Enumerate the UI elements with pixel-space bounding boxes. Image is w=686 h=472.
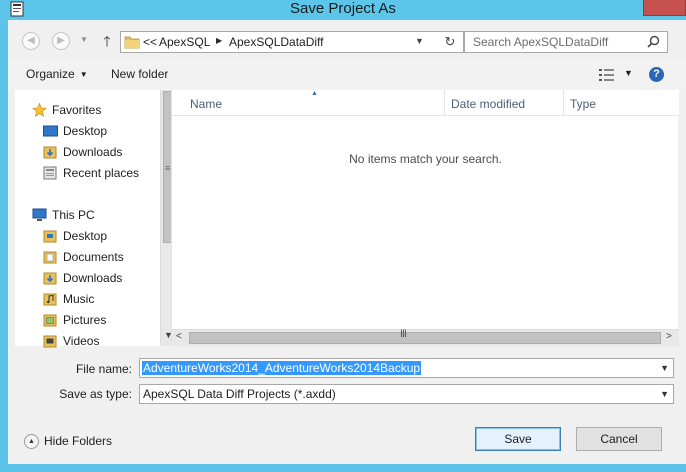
column-header-type[interactable]: Type	[570, 98, 596, 111]
chevron-up-icon: ▲	[24, 434, 39, 449]
column-header-name[interactable]: Name	[190, 98, 222, 111]
save-as-type-label: Save as type:	[59, 387, 132, 401]
breadcrumb-overflow[interactable]: <<	[143, 35, 157, 49]
folder-icon	[43, 230, 57, 243]
column-header-date-modified[interactable]: Date modified	[451, 98, 525, 111]
file-name-field[interactable]: AdventureWorks2014_AdventureWorks2014Bac…	[139, 358, 674, 378]
column-divider[interactable]	[444, 90, 445, 116]
forward-arrow-icon: ▶	[57, 35, 65, 46]
up-button[interactable]: 🡑	[99, 32, 115, 50]
search-placeholder: Search ApexSQLDataDiff	[473, 35, 609, 49]
search-icon[interactable]	[647, 35, 660, 48]
file-list-horizontal-scrollbar[interactable]: < Ⅲ >	[172, 329, 679, 346]
music-folder-icon	[43, 293, 57, 306]
back-button[interactable]: ◀	[22, 32, 40, 50]
save-as-type-value: ApexSQL Data Diff Projects (*.axdd)	[143, 387, 336, 401]
save-as-type-select[interactable]: ApexSQL Data Diff Projects (*.axdd) ▼	[139, 384, 674, 404]
column-divider[interactable]	[563, 90, 564, 116]
star-icon	[32, 103, 47, 117]
nav-item-label: Recent places	[63, 166, 140, 180]
nav-item-label: Documents	[63, 250, 124, 264]
downloads-folder-icon	[43, 272, 57, 285]
save-button[interactable]: Save	[475, 427, 561, 451]
nav-item-label: Desktop	[63, 229, 108, 243]
address-bar[interactable]: << ApexSQL ▶ ApexSQLDataDiff ▼ ↻	[120, 31, 464, 53]
chevron-down-icon: ▼	[79, 70, 88, 79]
scrollbar-grip-icon: Ⅲ	[400, 329, 407, 340]
chevron-down-icon[interactable]: ▼	[660, 363, 669, 373]
forward-button[interactable]: ▶	[52, 32, 70, 50]
file-name-value[interactable]: AdventureWorks2014_AdventureWorks2014Bac…	[142, 361, 422, 375]
cancel-button[interactable]: Cancel	[576, 427, 662, 451]
recent-locations-dropdown[interactable]: ▼	[80, 35, 89, 44]
desktop-icon	[43, 125, 58, 137]
nav-item-label: Downloads	[63, 271, 123, 285]
organize-label: Organize	[26, 67, 75, 81]
search-input[interactable]: Search ApexSQLDataDiff	[464, 31, 668, 53]
breadcrumb-apexsql[interactable]: ApexSQL	[159, 35, 210, 49]
nav-item-label: Downloads	[63, 145, 123, 159]
downloads-folder-icon	[43, 146, 57, 159]
navigation-pane: Favorites Desktop Downloads Recent place…	[15, 90, 177, 348]
scroll-right-arrow-icon[interactable]: >	[666, 331, 672, 342]
computer-icon	[32, 208, 47, 221]
organize-button[interactable]: Organize ▼	[26, 67, 88, 82]
column-headers: ▲ Name Date modified Type	[172, 90, 679, 116]
breadcrumb-apexsqldatadiff[interactable]: ApexSQLDataDiff	[229, 35, 324, 49]
window-title: Save Project As	[290, 0, 396, 17]
back-arrow-icon: ◀	[27, 35, 35, 46]
folder-icon	[124, 36, 140, 49]
nav-item-label: Music	[63, 292, 95, 306]
dialog-client: ◀ ▶ ▼ 🡑 << ApexSQL ▶ ApexSQLDataDiff ▼ ↻…	[8, 20, 686, 464]
hide-folders-label: Hide Folders	[44, 434, 113, 448]
file-name-label: File name:	[75, 362, 132, 376]
title-bar: Save Project As	[0, 0, 686, 20]
sort-ascending-icon: ▲	[311, 90, 318, 97]
view-options-icon[interactable]	[598, 68, 616, 82]
file-list: ▲ Name Date modified Type No items match…	[171, 90, 679, 346]
nav-this-pc-label: This PC	[52, 208, 95, 222]
pictures-folder-icon	[43, 314, 57, 327]
nav-item-label: Pictures	[63, 313, 107, 327]
nav-favorites-label: Favorites	[52, 103, 102, 117]
address-row: ◀ ▶ ▼ 🡑 << ApexSQL ▶ ApexSQLDataDiff ▼ ↻…	[8, 20, 686, 60]
address-dropdown-icon[interactable]: ▼	[415, 36, 424, 46]
videos-folder-icon	[43, 335, 57, 348]
chevron-down-icon[interactable]: ▼	[660, 389, 669, 399]
documents-folder-icon	[43, 251, 57, 264]
refresh-icon[interactable]: ↻	[439, 33, 461, 51]
scrollbar-thumb[interactable]	[189, 332, 661, 344]
empty-message: No items match your search.	[349, 152, 502, 166]
recent-places-icon	[43, 166, 57, 180]
up-arrow-icon: 🡑	[103, 33, 111, 49]
help-icon[interactable]: ?	[649, 67, 664, 82]
command-bar: Organize ▼ New folder ▼ ?	[8, 60, 686, 90]
view-dropdown-icon[interactable]: ▼	[624, 68, 633, 78]
scroll-left-arrow-icon[interactable]: <	[176, 331, 182, 342]
scrollbar-grip-icon: ≡	[165, 163, 171, 173]
nav-item-label: Videos	[63, 334, 100, 348]
new-folder-button[interactable]: New folder	[111, 67, 168, 81]
breadcrumb-chevron-icon[interactable]: ▶	[216, 36, 222, 45]
nav-item-label: Desktop	[63, 124, 108, 138]
close-button[interactable]	[643, 0, 686, 16]
